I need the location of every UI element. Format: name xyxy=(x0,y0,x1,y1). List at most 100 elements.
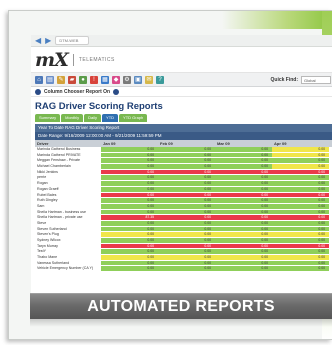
browser-tab[interactable]: DTM-WEB xyxy=(55,36,90,45)
report-tab[interactable]: Monthly xyxy=(61,114,84,122)
column-chooser-icon[interactable] xyxy=(35,88,41,95)
score-cell: 0.00 xyxy=(158,164,215,169)
column-header[interactable]: Jan 09 xyxy=(101,140,158,147)
score-cell: 0.00 xyxy=(272,232,329,237)
score-cell: 0.00 xyxy=(101,209,158,215)
column-header[interactable]: Driver xyxy=(35,140,101,147)
scoring-grid: Driver Jan 09 Feb 09 Mar 09 Apr 09 Marinda Ga… xyxy=(35,140,332,273)
score-cell: 0.00 xyxy=(101,158,158,164)
score-cell: 0.00 xyxy=(215,181,272,186)
user-icon[interactable]: ● xyxy=(79,75,87,84)
score-cell: 0.00 xyxy=(101,266,158,272)
score-cell: 0.00 xyxy=(272,147,329,152)
column-header[interactable]: Mar 09 xyxy=(215,140,272,147)
print-icon[interactable]: ▣ xyxy=(134,75,142,84)
grid-date-range: Date Range: 9/16/2009 12:00:00 AM - 9/21… xyxy=(35,132,332,140)
forward-icon[interactable]: ▶ xyxy=(45,36,51,45)
score-cell: 0.00 xyxy=(158,181,215,186)
driver-name[interactable]: Ruth Dingley xyxy=(35,198,101,203)
report-tab[interactable]: YTD Graph xyxy=(119,114,148,122)
score-cell: 0.00 xyxy=(272,175,329,181)
driver-name[interactable]: Michael Chamberlain xyxy=(35,164,101,169)
edit-icon[interactable]: ✎ xyxy=(57,75,65,84)
score-cell: 0.00 xyxy=(101,249,158,255)
driver-name[interactable]: Steven's Plug xyxy=(35,232,101,237)
driver-name[interactable]: Marinda Gatherol PRIVATE xyxy=(35,152,101,158)
column-chooser-label[interactable]: Column Chooser Report On xyxy=(44,89,110,95)
report-icon[interactable]: ▤ xyxy=(46,75,54,84)
score-cell: 0.00 xyxy=(158,226,215,232)
back-icon[interactable]: ◀ xyxy=(35,36,41,45)
browser-bar: ◀ ▶ DTM-WEB xyxy=(31,35,332,47)
score-cell: 0.00 xyxy=(215,260,272,266)
driver-name[interactable]: Rogan Graeff xyxy=(35,186,101,192)
app-logo: mX xyxy=(35,48,69,71)
logo-subtitle: TELEMATICS xyxy=(78,56,115,63)
score-cell: 0.00 xyxy=(272,215,329,220)
score-cell: 0.00 xyxy=(215,147,272,152)
report-tab[interactable]: YTD xyxy=(102,114,119,122)
score-cell: 0.00 xyxy=(215,186,272,192)
driver-name[interactable]: Meggan Fenshaw - Private xyxy=(35,158,101,164)
score-cell: 0.00 xyxy=(158,243,215,249)
driver-name[interactable]: Vehicle Emergency Number (CA Y) xyxy=(35,266,101,272)
chart-icon[interactable]: ▦ xyxy=(101,75,109,84)
report-tab[interactable]: Summary xyxy=(35,114,61,122)
score-cell: 0.00 xyxy=(101,260,158,266)
alert-icon[interactable]: ! xyxy=(90,75,98,84)
score-cell: 0.00 xyxy=(215,192,272,198)
score-cell: 0.00 xyxy=(101,192,158,198)
score-cell: 0.00 xyxy=(272,152,329,158)
toolbar: ⌂ ▤ ✎ ▰ ● ! ▦ ◆ ⚙ ▣ ✉ ? Quick Find: Glob… xyxy=(31,73,332,87)
score-cell: 0.00 xyxy=(101,186,158,192)
score-cell: 0.00 xyxy=(101,175,158,181)
driver-name[interactable]: Sheila Hartman - private use xyxy=(35,215,101,220)
column-header[interactable]: Apr 09 xyxy=(272,140,329,147)
app-screen: ◀ ▶ DTM-WEB mX TELEMATICS ⌂ ▤ ✎ ▰ ● ! ▦ … xyxy=(31,35,332,295)
score-cell: 0.00 xyxy=(158,147,215,152)
driver-name[interactable]: Rubel Bales xyxy=(35,192,101,198)
score-cell: 0.00 xyxy=(158,260,215,266)
driver-name[interactable]: Steven Sutherland xyxy=(35,226,101,232)
report-tab[interactable]: Daily xyxy=(84,114,102,122)
score-cell: 0.00 xyxy=(158,169,215,175)
green-accent xyxy=(222,11,332,29)
driver-name[interactable]: Steve xyxy=(35,220,101,226)
column-header[interactable]: Feb 09 xyxy=(158,140,215,147)
driver-name[interactable]: Thabo Mane xyxy=(35,255,101,260)
home-icon[interactable]: ⌂ xyxy=(35,75,43,84)
score-cell: 0.00 xyxy=(158,232,215,237)
driver-name[interactable]: Sheila Hartman - business use xyxy=(35,209,101,215)
score-cell: 0.00 xyxy=(272,249,329,255)
score-cell: 0.00 xyxy=(158,209,215,215)
score-cell: 0.00 xyxy=(272,181,329,186)
driver-name[interactable]: Vanessa Sutherland xyxy=(35,260,101,266)
score-cell: 0.00 xyxy=(158,266,215,272)
score-cell: 0.00 xyxy=(101,152,158,158)
driver-name[interactable]: Sam xyxy=(35,203,101,209)
score-cell: 0.00 xyxy=(101,198,158,203)
score-cell: 0.00 xyxy=(215,152,272,158)
score-cell: 0.00 xyxy=(272,198,329,203)
config-icon[interactable]: ⚙ xyxy=(123,75,131,84)
score-cell: 0.00 xyxy=(215,203,272,209)
help-icon[interactable]: ? xyxy=(156,75,164,84)
driver-name[interactable]: Rogan xyxy=(35,181,101,186)
driver-name[interactable]: perrie xyxy=(35,175,101,181)
car-icon[interactable]: ▰ xyxy=(68,75,76,84)
driver-name[interactable]: Marinda Gatherol Business xyxy=(35,147,101,152)
driver-name[interactable]: Taryn Murray xyxy=(35,243,101,249)
grid-title: Year To Date RAG Driver Scoring Report xyxy=(35,124,332,132)
driver-name[interactable]: Sydney Wilcox xyxy=(35,238,101,243)
driver-name[interactable]: Nikki Jenkins xyxy=(35,169,101,175)
mail-icon[interactable]: ✉ xyxy=(145,75,153,84)
map-icon[interactable]: ◆ xyxy=(112,75,120,84)
report-on-icon[interactable] xyxy=(113,88,120,95)
score-cell: 0.00 xyxy=(215,255,272,260)
score-cell: 0.00 xyxy=(272,186,329,192)
quick-find-input[interactable]: Global xyxy=(301,75,331,84)
column-chooser-bar: Column Chooser Report On xyxy=(31,87,332,97)
score-cell: 0.00 xyxy=(215,238,272,243)
score-cell: 0.00 xyxy=(101,238,158,243)
driver-name[interactable]: TestY xyxy=(35,249,101,255)
